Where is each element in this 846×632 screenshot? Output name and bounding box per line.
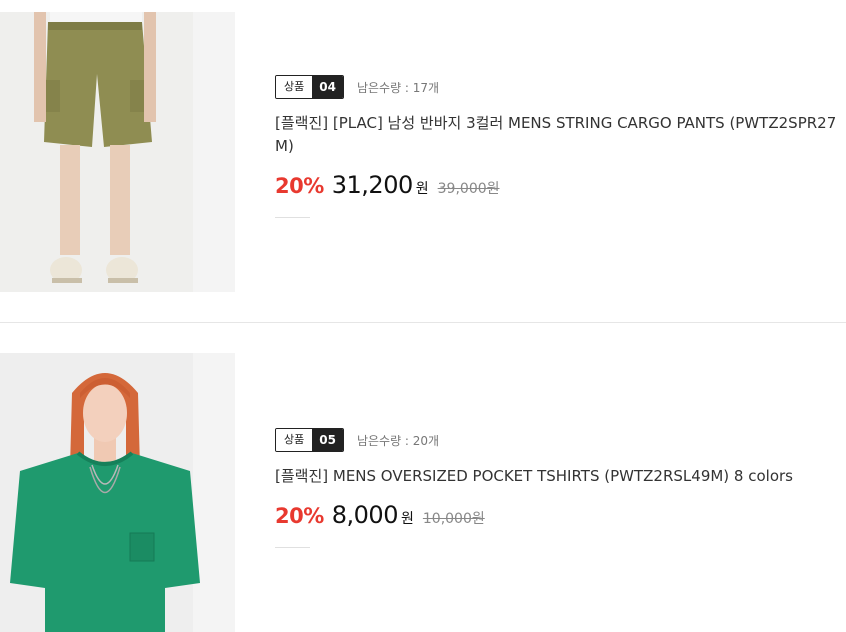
badge-label: 상품 (276, 429, 313, 451)
product-divider (0, 322, 846, 323)
product-name-link[interactable]: [플랙진] [PLAC] 남성 반바지 3컬러 MENS STRING CARG… (275, 112, 840, 158)
original-price: 10,000원 (422, 511, 485, 527)
sale-price: 8,000 (331, 501, 399, 529)
badge-number: 04 (312, 76, 343, 98)
product-card[interactable]: 상품 04 남은수량 : 17개 [플랙진] [PLAC] 남성 반바지 3컬러… (0, 0, 846, 322)
price-row: 20% 8,000 원 10,000원 (275, 501, 846, 529)
product-info: 상품 04 남은수량 : 17개 [플랙진] [PLAC] 남성 반바지 3컬러… (275, 75, 846, 218)
product-rank-badge: 상품 05 (275, 428, 344, 452)
sale-price-unit: 원 (415, 181, 429, 197)
product-meta: 상품 05 남은수량 : 20개 (275, 428, 846, 452)
sale-price-unit: 원 (400, 511, 414, 527)
product-info: 상품 05 남은수량 : 20개 [플랙진] MENS OVERSIZED PO… (275, 428, 846, 548)
original-price: 39,000원 (437, 181, 500, 197)
product-rank-badge: 상품 04 (275, 75, 344, 99)
discount-rate: 20% (275, 174, 324, 198)
short-divider (275, 547, 310, 548)
product-card[interactable]: 상품 05 남은수량 : 20개 [플랙진] MENS OVERSIZED PO… (0, 353, 846, 632)
product-image[interactable] (0, 353, 235, 632)
product-image[interactable] (0, 12, 235, 292)
sale-price: 31,200 (331, 171, 413, 199)
stock-remaining: 남은수량 : 17개 (356, 80, 440, 95)
product-name-link[interactable]: [플랙진] MENS OVERSIZED POCKET TSHIRTS (PWT… (275, 465, 840, 488)
badge-number: 05 (312, 429, 343, 451)
badge-label: 상품 (276, 76, 313, 98)
discount-rate: 20% (275, 504, 324, 528)
short-divider (275, 217, 310, 218)
green-tshirt-photo (0, 353, 235, 632)
cargo-shorts-photo (0, 12, 235, 292)
price-row: 20% 31,200 원 39,000원 (275, 171, 846, 199)
product-meta: 상품 04 남은수량 : 17개 (275, 75, 846, 99)
stock-remaining: 남은수량 : 20개 (356, 433, 440, 448)
product-list: 상품 04 남은수량 : 17개 [플랙진] [PLAC] 남성 반바지 3컬러… (0, 0, 846, 632)
